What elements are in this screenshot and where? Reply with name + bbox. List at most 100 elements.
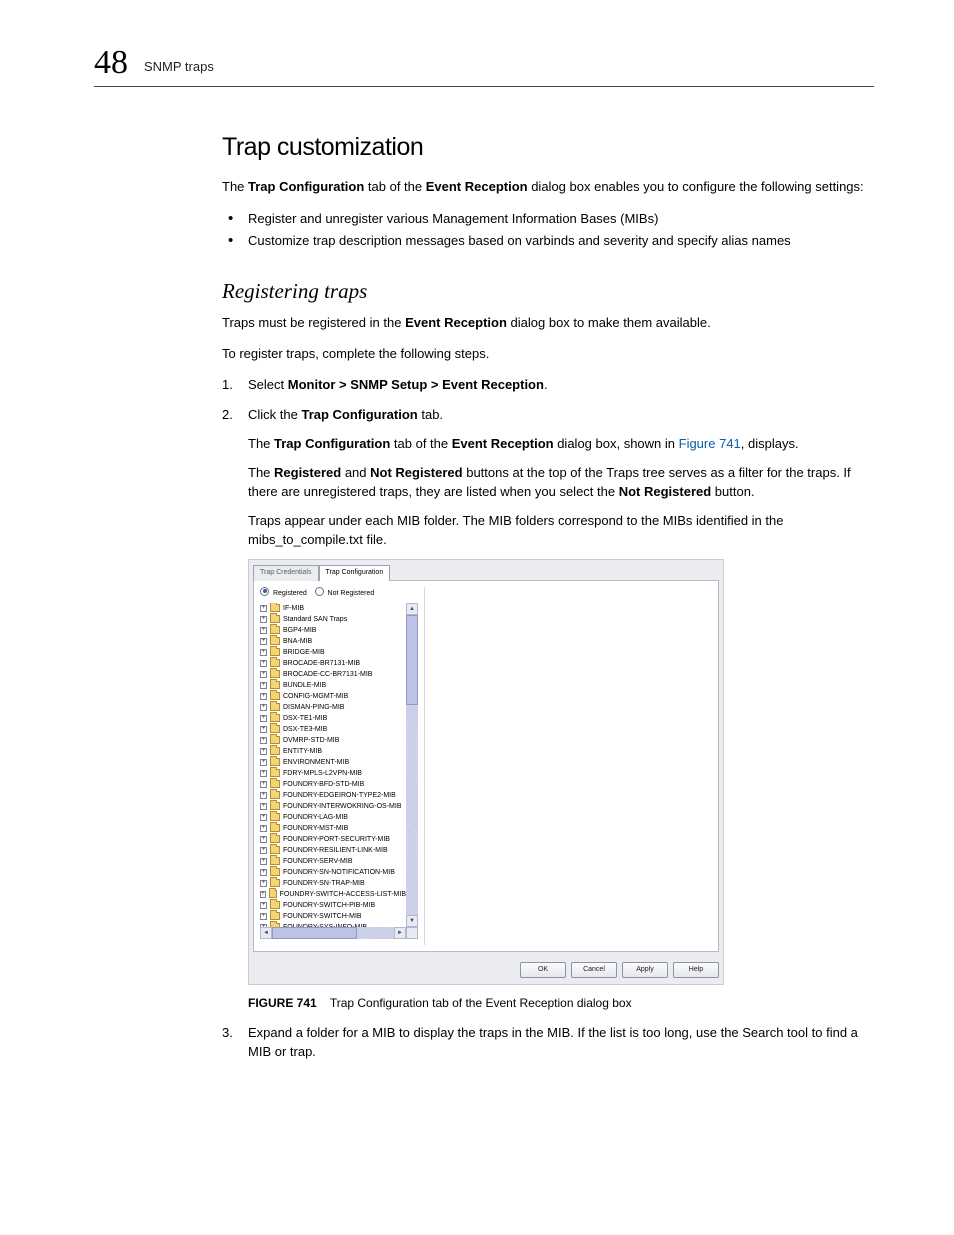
tree-item[interactable]: +BGP4-MIB [260,625,406,636]
tree-item[interactable]: +FOUNDRY-EDGEIRON-TYPE2-MIB [260,790,406,801]
expand-icon[interactable]: + [260,803,267,810]
tree-item[interactable]: +CONFIG-MGMT-MIB [260,691,406,702]
expand-icon[interactable]: + [260,627,267,634]
tab-trap-configuration[interactable]: Trap Configuration [319,565,391,580]
radio-registered[interactable] [260,587,269,596]
help-button[interactable]: Help [673,962,719,978]
tree-item[interactable]: +ENTITY-MIB [260,746,406,757]
folder-icon [270,626,280,634]
radio-registered-label: Registered [273,590,307,597]
tree-item[interactable]: +FOUNDRY-SN-NOTIFICATION-MIB [260,867,406,878]
cancel-button[interactable]: Cancel [571,962,617,978]
tree-item-label: DSX-TE1-MIB [283,713,327,724]
tree-item[interactable]: + DSX-TE1-MIB [260,713,406,724]
tree-item[interactable]: + Standard SAN Traps [260,614,406,625]
expand-icon[interactable]: + [260,781,267,788]
text: , displays. [741,436,799,451]
expand-icon[interactable]: + [260,814,267,821]
tree-item[interactable]: +FOUNDRY-SWITCH-ACCESS-LIST-MIB [260,889,406,900]
expand-icon[interactable]: + [260,660,267,667]
expand-icon[interactable]: + [260,704,267,711]
tree-item[interactable]: +BUNDLE-MIB [260,680,406,691]
figure-caption-text: Trap Configuration tab of the Event Rece… [330,996,632,1010]
tree-item[interactable]: +FOUNDRY-PORT-SECURITY-MIB [260,834,406,845]
scroll-track[interactable] [272,927,394,939]
tree-item[interactable]: +BROCADE-CC-BR7131-MIB [260,669,406,680]
step-list: Select Monitor > SNMP Setup > Event Rece… [222,376,874,1062]
expand-icon[interactable]: + [260,792,267,799]
tree-item[interactable]: +DISMAN-PING-MIB [260,702,406,713]
folder-icon [270,868,280,876]
tree-item[interactable]: +FOUNDRY-RESILIENT-LINK-MIB [260,845,406,856]
expand-icon[interactable]: + [260,847,267,854]
scroll-left-icon[interactable]: ◄ [260,927,272,939]
expand-icon[interactable]: + [260,891,266,898]
expand-icon[interactable]: + [260,880,267,887]
folder-icon [270,846,280,854]
tree-item-label: FOUNDRY-BFD-STD-MIB [283,779,364,790]
tree-item[interactable]: +BNA-MIB [260,636,406,647]
tree-item[interactable]: +FOUNDRY-LAG-MIB [260,812,406,823]
tree-item[interactable]: + FOUNDRY-BFD-STD-MIB [260,779,406,790]
figure-link-741[interactable]: Figure 741 [679,436,741,451]
step-2-desc: The Trap Configuration tab of the Event … [248,435,874,454]
dialog-tabs: Trap Credentials Trap Configuration [249,560,723,579]
tree-item[interactable]: +FOUNDRY-SERV-MIB [260,856,406,867]
expand-icon[interactable]: + [260,737,267,744]
tree-item-label: DVMRP-STD-MIB [283,735,339,746]
expand-icon[interactable]: + [260,858,267,865]
tree-item[interactable]: +FOUNDRY-SWITCH-MIB [260,911,406,922]
tree-item[interactable]: +FOUNDRY-SWITCH-PIB-MIB [260,900,406,911]
expand-icon[interactable]: + [260,682,267,689]
text: Click the [248,407,301,422]
vertical-scrollbar[interactable]: ▲ ▼ [406,603,418,927]
tab-trap-credentials[interactable]: Trap Credentials [253,565,319,580]
mib-tree[interactable]: +IF-MIB + Standard SAN Traps+BGP4-MIB+BNA-… [260,603,418,933]
tree-item[interactable]: +DSX-TE3-MIB [260,724,406,735]
scroll-right-icon[interactable]: ► [394,927,406,939]
heading-trap-customization: Trap customization [222,133,874,162]
tree-item-label: Standard SAN Traps [283,614,347,625]
expand-icon[interactable]: + [260,913,267,920]
expand-icon[interactable]: + [260,671,267,678]
bullet-item: Customize trap description messages base… [222,231,874,251]
apply-button[interactable]: Apply [622,962,668,978]
expand-icon[interactable]: + [260,869,267,876]
scroll-track[interactable] [406,615,418,915]
scroll-thumb[interactable] [272,927,357,939]
scroll-up-icon[interactable]: ▲ [406,603,418,615]
ok-button[interactable]: OK [520,962,566,978]
expand-icon[interactable]: + [260,693,267,700]
expand-icon[interactable]: + [260,759,267,766]
expand-icon[interactable]: + [260,726,267,733]
expand-icon[interactable]: + [260,616,267,623]
scroll-down-icon[interactable]: ▼ [406,915,418,927]
text: tab. [418,407,443,422]
scroll-thumb[interactable] [406,615,418,705]
expand-icon[interactable]: + [260,825,267,832]
tree-item[interactable]: +IF-MIB [260,603,406,614]
tree-item[interactable]: +BRIDGE-MIB [260,647,406,658]
expand-icon[interactable]: + [260,649,267,656]
tree-item[interactable]: + DVMRP-STD-MIB [260,735,406,746]
tree-item[interactable]: +ENVIRONMENT-MIB [260,757,406,768]
expand-icon[interactable]: + [260,638,267,645]
folder-icon [270,725,280,733]
expand-icon[interactable]: + [260,748,267,755]
tree-item[interactable]: +BROCADE-BR7131-MIB [260,658,406,669]
expand-icon[interactable]: + [260,836,267,843]
text-bold: Registered [274,465,341,480]
tree-item[interactable]: +FOUNDRY-INTERWOKRING-OS-MIB [260,801,406,812]
tree-item-label: FOUNDRY-SN-TRAP-MIB [283,878,365,889]
text: Traps must be registered in the [222,315,405,330]
folder-icon [270,703,280,711]
expand-icon[interactable]: + [260,770,267,777]
tree-item[interactable]: +FOUNDRY-MST-MIB [260,823,406,834]
expand-icon[interactable]: + [260,902,267,909]
horizontal-scrollbar[interactable]: ◄ ► [260,927,406,939]
tree-item[interactable]: + FOUNDRY-SN-TRAP-MIB [260,878,406,889]
expand-icon[interactable]: + [260,605,267,612]
tree-item[interactable]: +FDRY-MPLS-L2VPN-MIB [260,768,406,779]
radio-not-registered[interactable] [315,587,324,596]
expand-icon[interactable]: + [260,715,267,722]
